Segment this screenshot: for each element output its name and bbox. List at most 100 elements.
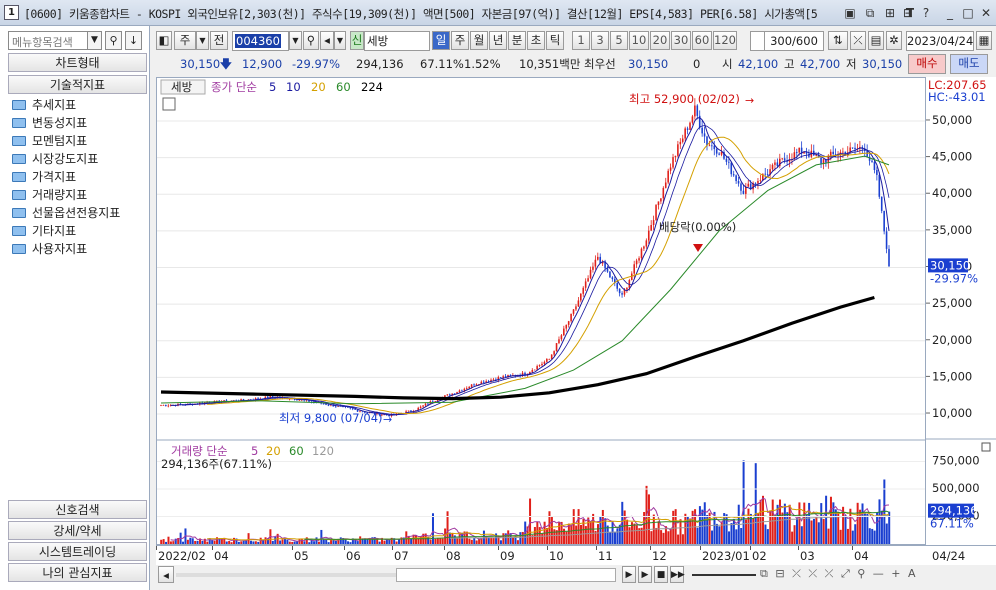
candle-body — [531, 370, 534, 372]
grid-icon[interactable]: ⊞ — [882, 5, 898, 21]
volume-bar — [533, 526, 536, 544]
period-tab[interactable]: 년 — [489, 31, 507, 50]
dropdown-icon[interactable]: ▼ — [87, 31, 102, 50]
buy-button[interactable]: 매수 — [908, 54, 946, 74]
period-tab[interactable]: 주 — [451, 31, 469, 50]
candle-body — [643, 246, 645, 249]
code-dropdown-icon[interactable]: ▼ — [289, 31, 302, 50]
volume-bar — [347, 541, 350, 544]
period-tab[interactable]: 월 — [470, 31, 488, 50]
volume-bar — [623, 510, 626, 544]
settings-arrow-icon[interactable]: ⇅ — [828, 31, 848, 50]
interval-tab[interactable]: 5 — [610, 31, 628, 50]
search-icon[interactable]: ⚲ — [303, 31, 319, 50]
volume-bar — [567, 523, 570, 544]
period-tab[interactable]: 일 — [432, 31, 450, 50]
interval-tab[interactable]: 30 — [671, 31, 691, 50]
candle-body — [876, 170, 878, 175]
interval-tab[interactable]: 120 — [713, 31, 737, 50]
candle-body — [759, 180, 762, 182]
stock-name-field[interactable]: 세방 — [364, 31, 430, 51]
save-icon[interactable]: ▤ — [868, 31, 884, 50]
period-select[interactable]: 주 — [174, 31, 196, 50]
volume-bar — [861, 503, 864, 544]
volume-bar — [667, 531, 670, 544]
scroll-left-icon[interactable]: ◂ — [158, 566, 174, 583]
crosshair-icon[interactable]: ⤫ — [850, 31, 866, 50]
y-tick-label: 25,000 — [932, 296, 972, 310]
y-tick-label: 40,000 — [932, 186, 972, 200]
search-icon[interactable]: ⚲ — [105, 31, 122, 50]
interval-tab[interactable]: 20 — [650, 31, 670, 50]
period-dropdown-icon[interactable]: ▼ — [196, 31, 209, 50]
date-input[interactable]: 2023/04/24 — [906, 31, 974, 51]
zoom-slider[interactable] — [692, 574, 756, 576]
bottom-button[interactable]: 나의 관심지표 — [8, 563, 147, 582]
volume-bar — [201, 540, 204, 544]
folder-item[interactable]: 선물옵션전용지표 — [12, 204, 120, 222]
folder-item[interactable]: 추세지표 — [12, 96, 76, 114]
screen-icon[interactable]: ▣ — [842, 5, 858, 21]
play-icon[interactable]: ▶ — [622, 566, 636, 583]
folder-item[interactable]: 거래량지표 — [12, 186, 87, 204]
bottom-button[interactable]: 신호검색 — [8, 500, 147, 519]
candle-body — [703, 133, 706, 137]
period-tab[interactable]: 분 — [508, 31, 526, 50]
current-price: 30,150 — [180, 57, 221, 71]
folder-item[interactable]: 모멘텀지표 — [12, 132, 87, 150]
chart-area[interactable]: 세방 종가 단순 5 10 20 60 224 거래량 단순 5 20 60 120 294,136주(… — [156, 77, 926, 545]
drawing-tools-icon[interactable]: ⧉ ⊟ ⤫ ⤫ ⤫ ⤢ ⚲ — + A — [760, 567, 918, 581]
link-icon[interactable]: ⧉ — [862, 5, 878, 21]
bottom-button[interactable]: 강세/약세 — [8, 521, 147, 540]
chart-type-tab[interactable]: 차트형태 — [8, 53, 147, 72]
folder-item[interactable]: 가격지표 — [12, 168, 76, 186]
folder-item[interactable]: 시장강도지표 — [12, 150, 98, 168]
y-tick-label: 35,000 — [932, 223, 972, 237]
period-tab[interactable]: 틱 — [546, 31, 564, 50]
font-icon[interactable]: T — [902, 5, 918, 21]
volume-bar — [228, 540, 231, 544]
volume-bar — [327, 542, 330, 544]
x-axis-tick — [650, 546, 651, 550]
window-number: 1 — [4, 5, 19, 20]
candle-body — [686, 128, 689, 130]
interval-tab[interactable]: 60 — [692, 31, 712, 50]
volume-bar — [577, 509, 580, 544]
step-icon[interactable]: ▶ — [638, 566, 652, 583]
scroll-thumb[interactable] — [396, 568, 616, 582]
fast-forward-icon[interactable]: ▶▶ — [670, 566, 685, 583]
folder-item[interactable]: 변동성지표 — [12, 114, 87, 132]
close-icon[interactable]: ✕ — [978, 5, 994, 21]
volume-bar — [626, 519, 629, 544]
maximize-icon[interactable]: □ — [960, 5, 976, 21]
help-icon[interactable]: ? — [918, 5, 934, 21]
folder-item[interactable]: 기타지표 — [12, 222, 76, 240]
interval-tab[interactable]: 1 — [572, 31, 590, 50]
legend-ma-label: 종가 단순 — [211, 80, 257, 94]
stop-icon[interactable]: ■ — [654, 566, 668, 583]
interval-tab[interactable]: 10 — [629, 31, 649, 50]
candle-body — [427, 403, 429, 405]
speaker-icon[interactable]: ◂ — [320, 31, 334, 50]
period-tab[interactable]: 초 — [527, 31, 545, 50]
sell-button[interactable]: 매도 — [950, 54, 988, 74]
stock-code-input[interactable]: 004360 — [232, 31, 289, 51]
folder-item[interactable]: 사용자지표 — [12, 240, 87, 258]
count-input[interactable]: 300/600 — [764, 31, 824, 51]
volume-bar — [565, 531, 568, 544]
candle-body — [647, 230, 650, 241]
candle-body — [820, 157, 822, 164]
bottom-button[interactable]: 시스템트레이딩 — [8, 542, 147, 561]
speaker-dropdown-icon[interactable]: ▼ — [334, 31, 346, 50]
panel-toggle-icon[interactable]: ◧ — [156, 31, 172, 50]
folder-label: 거래량지표 — [32, 188, 88, 202]
tech-indicator-tab[interactable]: 기술적지표 — [8, 75, 147, 94]
volume-bar — [735, 529, 738, 544]
calendar-icon[interactable]: ▦ — [976, 31, 992, 50]
minimize-icon[interactable]: _ — [942, 5, 958, 21]
down-arrow-icon[interactable]: ↓ — [125, 31, 142, 50]
gear-icon[interactable]: ✲ — [886, 31, 902, 50]
volume-bar — [456, 538, 459, 544]
interval-tab[interactable]: 3 — [591, 31, 609, 50]
prev-button[interactable]: 전 — [210, 31, 228, 50]
